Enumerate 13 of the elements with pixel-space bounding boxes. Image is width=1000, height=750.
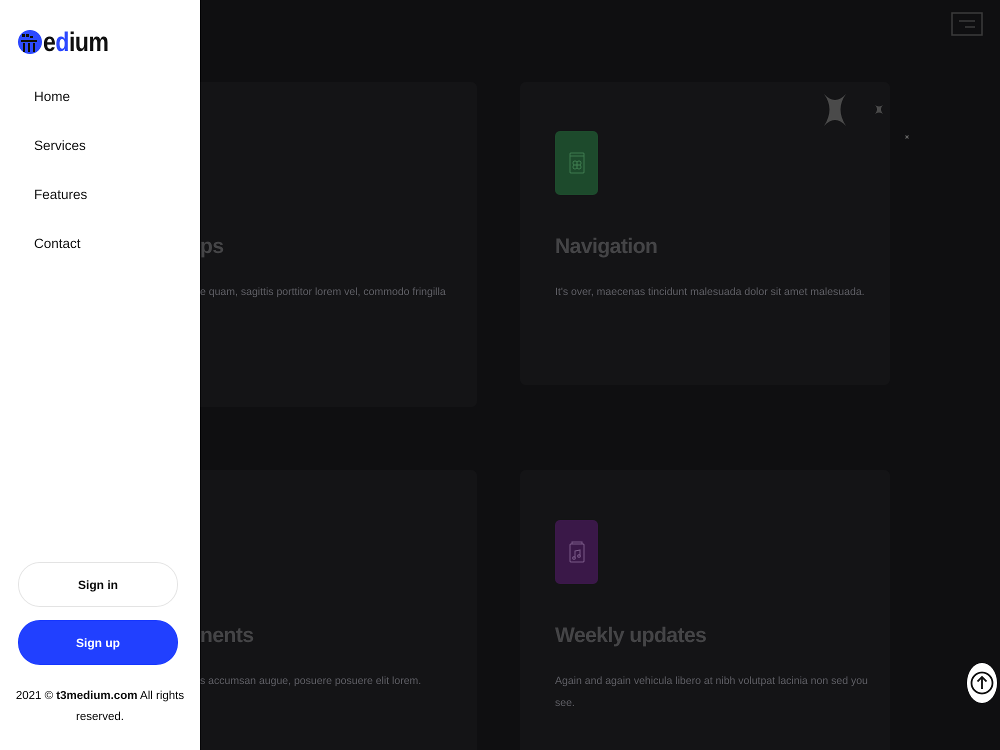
card-description: It's over, maecenas tincidunt malesuada dolor sit amet malesuada. — [555, 285, 866, 300]
sign-in-button[interactable]: Sign in — [18, 562, 178, 607]
card-description: s accumsan augue, posuere posuere elit lorem. — [200, 674, 422, 689]
copyright-text: 2021 © t3medium.com All rights reserved. — [14, 689, 186, 725]
scroll-to-top-button[interactable] — [967, 663, 997, 703]
logo-wordmark: edium — [43, 26, 108, 59]
card-description: Again and again vehicula libero at nibh volutpat lacinia non sed you see. — [555, 674, 869, 711]
nav-link[interactable]: Features — [34, 186, 88, 204]
nav-link[interactable]: Services — [34, 137, 86, 155]
nav-link[interactable]: Home — [34, 88, 70, 106]
sign-up-button[interactable]: Sign up — [18, 620, 178, 665]
card-description: e quam, sagittis porttitor lorem vel, commodo fringilla — [200, 285, 447, 300]
nav-link[interactable]: Contact — [34, 235, 81, 253]
